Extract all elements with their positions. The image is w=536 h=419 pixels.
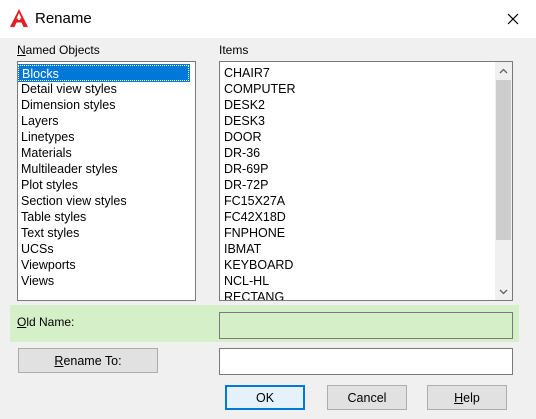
named-objects-listbox[interactable]: Blocks Detail view styles Dimension styles… bbox=[17, 61, 196, 301]
items-listbox[interactable]: CHAIR7 COMPUTER DESK2 DESK3 DOOR DR-36 DR-69P D… bbox=[219, 61, 513, 301]
rename-to-label: Rename To: bbox=[54, 353, 122, 368]
help-label: Help bbox=[454, 390, 480, 405]
items-list-item[interactable]: DESK3 bbox=[221, 113, 512, 129]
named-object-item[interactable]: Linetypes bbox=[18, 129, 195, 145]
named-objects-label: Named Objects bbox=[17, 43, 100, 57]
items-list-item[interactable]: FC15X27A bbox=[221, 193, 512, 209]
named-object-item[interactable]: Dimension styles bbox=[18, 97, 195, 113]
named-object-item[interactable]: Blocks bbox=[18, 64, 190, 82]
items-list-item[interactable]: FNPHONE bbox=[221, 225, 512, 241]
named-object-item[interactable]: Materials bbox=[18, 145, 195, 161]
items-scrollbar[interactable] bbox=[495, 62, 512, 300]
old-name-field bbox=[219, 312, 513, 339]
rename-to-button[interactable]: Rename To: bbox=[18, 348, 158, 373]
named-object-item[interactable]: Section view styles bbox=[18, 193, 195, 209]
items-list-item[interactable]: IBMAT bbox=[221, 241, 512, 257]
named-object-item[interactable]: Plot styles bbox=[18, 177, 195, 193]
chevron-down-icon bbox=[499, 289, 508, 294]
items-label: Items bbox=[219, 43, 249, 57]
items-list-item[interactable]: KEYBOARD bbox=[221, 257, 512, 273]
named-object-item[interactable]: UCSs bbox=[18, 241, 195, 257]
named-object-item[interactable]: Text styles bbox=[18, 225, 195, 241]
scroll-thumb[interactable] bbox=[496, 80, 511, 240]
items-list-item[interactable]: DR-69P bbox=[221, 161, 512, 177]
close-icon bbox=[507, 13, 519, 25]
close-button[interactable] bbox=[490, 0, 536, 38]
items-list-item[interactable]: CHAIR7 bbox=[221, 65, 512, 81]
named-object-item[interactable]: Viewports bbox=[18, 257, 195, 273]
items-list-item[interactable]: DR-36 bbox=[221, 145, 512, 161]
items-list-item[interactable]: FC42X18D bbox=[221, 209, 512, 225]
items-list-item[interactable]: DOOR bbox=[221, 129, 512, 145]
named-object-item[interactable]: Multileader styles bbox=[18, 161, 195, 177]
named-object-item[interactable]: Table styles bbox=[18, 209, 195, 225]
items-list-item[interactable]: COMPUTER bbox=[221, 81, 512, 97]
rename-to-input[interactable] bbox=[219, 348, 513, 375]
items-list-item[interactable]: NCL-HL bbox=[221, 273, 512, 289]
named-object-item[interactable]: Views bbox=[18, 273, 195, 289]
title-bar: Rename bbox=[0, 0, 536, 38]
named-object-item[interactable]: Layers bbox=[18, 113, 195, 129]
chevron-up-icon bbox=[499, 68, 508, 73]
items-list-item[interactable]: RECTANG bbox=[221, 289, 512, 300]
scroll-up-button[interactable] bbox=[495, 62, 512, 79]
autocad-a-icon bbox=[10, 9, 28, 27]
window-title: Rename bbox=[35, 10, 92, 27]
ok-button[interactable]: OK bbox=[225, 385, 305, 410]
help-button[interactable]: Help bbox=[427, 385, 507, 410]
named-object-item[interactable]: Detail view styles bbox=[18, 81, 195, 97]
items-list-item[interactable]: DR-72P bbox=[221, 177, 512, 193]
cancel-button[interactable]: Cancel bbox=[327, 385, 407, 410]
old-name-label: Old Name: bbox=[17, 315, 75, 329]
items-list-item[interactable]: DESK2 bbox=[221, 97, 512, 113]
scroll-down-button[interactable] bbox=[495, 283, 512, 300]
